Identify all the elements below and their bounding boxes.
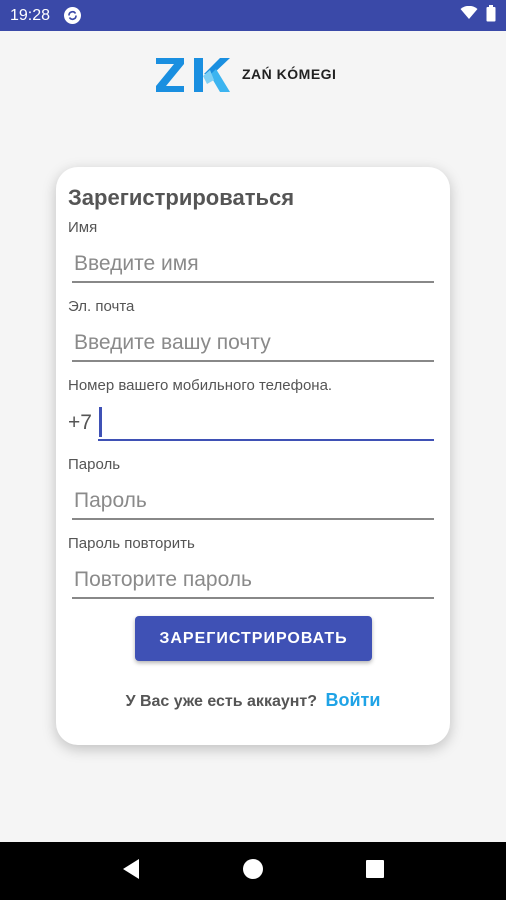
register-button[interactable]: ЗАРЕГИСТРИРОВАТЬ (135, 616, 372, 661)
status-time: 19:28 (10, 6, 51, 24)
logo-mark (154, 54, 230, 94)
form-title: Зарегистрироваться (68, 185, 295, 210)
status-bar: 19:28 (0, 0, 506, 31)
text-caret (99, 407, 102, 437)
phone-input[interactable] (98, 405, 434, 441)
phone-label: Номер вашего мобильного телефона. (68, 377, 333, 394)
registration-card: Зарегистрироваться Имя Эл. почта Номер в… (56, 167, 450, 745)
password-input[interactable] (72, 484, 434, 520)
back-icon[interactable] (121, 858, 141, 885)
sync-icon (64, 7, 82, 24)
email-label: Эл. почта (68, 298, 135, 315)
status-icons (460, 4, 496, 27)
wifi-icon (460, 5, 478, 25)
email-input[interactable] (72, 326, 434, 362)
password-label: Пароль (68, 456, 121, 473)
logo-mark-graphic (156, 58, 230, 92)
login-link[interactable]: Войти (325, 690, 380, 710)
home-icon[interactable] (242, 858, 264, 885)
login-row: У Вас уже есть аккаунт? Войти (56, 690, 450, 711)
app-logo: ZAŃ KÓMEGI (154, 52, 336, 96)
navigation-bar (0, 842, 506, 900)
login-prompt: У Вас уже есть аккаунт? (125, 693, 318, 710)
name-input[interactable] (72, 247, 434, 283)
recents-icon[interactable] (365, 859, 385, 884)
password-repeat-label: Пароль повторить (68, 535, 195, 552)
password-repeat-input[interactable] (72, 563, 434, 599)
name-label: Имя (68, 219, 98, 236)
phone-prefix: +7 (68, 411, 92, 434)
battery-icon (486, 4, 496, 27)
logo-text: ZAŃ KÓMEGI (242, 66, 337, 82)
